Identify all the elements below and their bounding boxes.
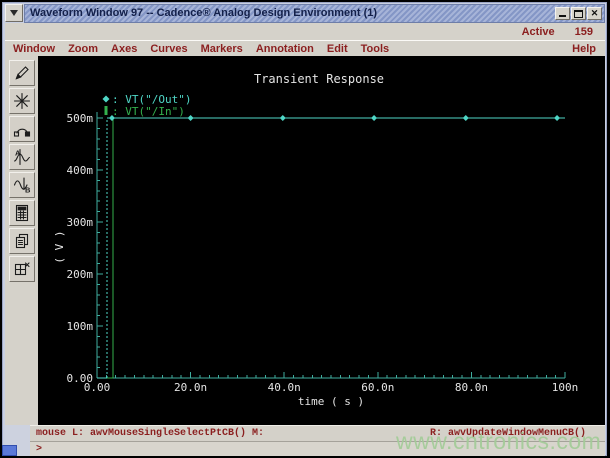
calculator-button[interactable] [8, 200, 35, 226]
y-tick-label: 0.00 [67, 372, 94, 385]
copy-icon [15, 233, 28, 249]
y-tick-label: 300m [67, 216, 94, 229]
waveform-a-icon: A [13, 149, 30, 166]
horizontal-marker-button[interactable]: B [8, 172, 35, 198]
data-marker-out[interactable] [187, 115, 194, 121]
resize-corner[interactable] [2, 445, 17, 456]
maximize-button[interactable] [571, 7, 586, 20]
calculator-icon [15, 204, 28, 222]
menu-markers[interactable]: Markers [201, 43, 243, 55]
data-marker-out[interactable] [554, 115, 561, 121]
split-window-icon [14, 262, 30, 276]
y-tick-label: 200m [67, 268, 94, 281]
x-tick-label: 100n [552, 381, 579, 394]
menu-curves[interactable]: Curves [150, 43, 187, 55]
data-marker-out[interactable] [279, 115, 286, 121]
subwindow-button[interactable] [8, 256, 35, 282]
window-controls: ✕ [555, 7, 602, 20]
zoom-unzoom-button[interactable] [8, 88, 35, 114]
menu-axes[interactable]: Axes [111, 43, 137, 55]
main-area: A B 0.00 20.0n 40.0n 60.0n 80.0n 100n 0.… [5, 56, 605, 425]
window-title: Waveform Window 97 -- Cadence® Analog De… [30, 7, 378, 19]
menu-help[interactable]: Help [572, 43, 605, 55]
window-menu-button[interactable] [5, 4, 23, 22]
data-marker-out[interactable] [371, 115, 378, 121]
menu-bar: Window Zoom Axes Curves Markers Annotati… [5, 40, 605, 56]
svg-text:B: B [25, 186, 31, 195]
y-tick-label: 500m [67, 112, 94, 125]
left-toolbar: A B [5, 56, 38, 425]
close-icon: ✕ [590, 8, 599, 18]
active-label: Active [521, 25, 555, 38]
draw-tool-button[interactable] [8, 60, 35, 86]
menu-annotation[interactable]: Annotation [256, 43, 314, 55]
curve-tool-button[interactable] [8, 116, 35, 142]
x-tick-label: 60.0n [361, 381, 394, 394]
minimize-icon [559, 15, 566, 17]
menu-tools[interactable]: Tools [361, 43, 390, 55]
y-tick-label: 100m [67, 320, 94, 333]
x-tick-label: 80.0n [455, 381, 488, 394]
plot-area[interactable]: 0.00 20.0n 40.0n 60.0n 80.0n 100n 0.00 100m 200m… [38, 56, 605, 425]
y-tick-label: 400m [67, 164, 94, 177]
arc-icon [13, 128, 30, 137]
data-marker-out[interactable] [462, 115, 469, 121]
y-axis-label: ( V ) [53, 230, 66, 263]
minimize-button[interactable] [555, 7, 570, 20]
active-count: 159 [574, 25, 593, 38]
active-status-row: Active 159 [5, 23, 605, 40]
menu-zoom[interactable]: Zoom [68, 43, 98, 55]
vertical-marker-button[interactable]: A [8, 144, 35, 170]
chart-title: Transient Response [254, 72, 384, 86]
copy-window-button[interactable] [8, 228, 35, 254]
waveform-window: Waveform Window 97 -- Cadence® Analog De… [0, 0, 610, 458]
titlebar-row: Waveform Window 97 -- Cadence® Analog De… [5, 4, 605, 23]
watermark-text: www.cntronics.com [396, 428, 602, 454]
pen-icon [15, 66, 29, 80]
titlebar[interactable]: Waveform Window 97 -- Cadence® Analog De… [24, 4, 605, 23]
maximize-icon [574, 9, 583, 18]
x-tick-label: 20.0n [174, 381, 207, 394]
window-menu-chevron-icon [10, 10, 18, 16]
legend-marker-in [104, 106, 108, 115]
menu-edit[interactable]: Edit [327, 43, 348, 55]
legend-marker-out [102, 95, 110, 103]
close-button[interactable]: ✕ [587, 7, 602, 20]
mouse-left-binding: mouse L: awvMouseSingleSelectPtCB() [36, 428, 247, 439]
legend-label-in: : VT("/In") [112, 105, 185, 118]
prompt-text: > [36, 444, 43, 455]
x-axis-label: time ( s ) [298, 395, 364, 408]
x-tick-label: 40.0n [268, 381, 301, 394]
starburst-icon [13, 92, 30, 110]
mouse-middle-binding: M: [252, 428, 265, 439]
transient-response-chart: 0.00 20.0n 40.0n 60.0n 80.0n 100n0.00100m200m… [53, 72, 579, 408]
menu-window[interactable]: Window [13, 43, 55, 55]
waveform-b-icon: B [13, 177, 31, 195]
